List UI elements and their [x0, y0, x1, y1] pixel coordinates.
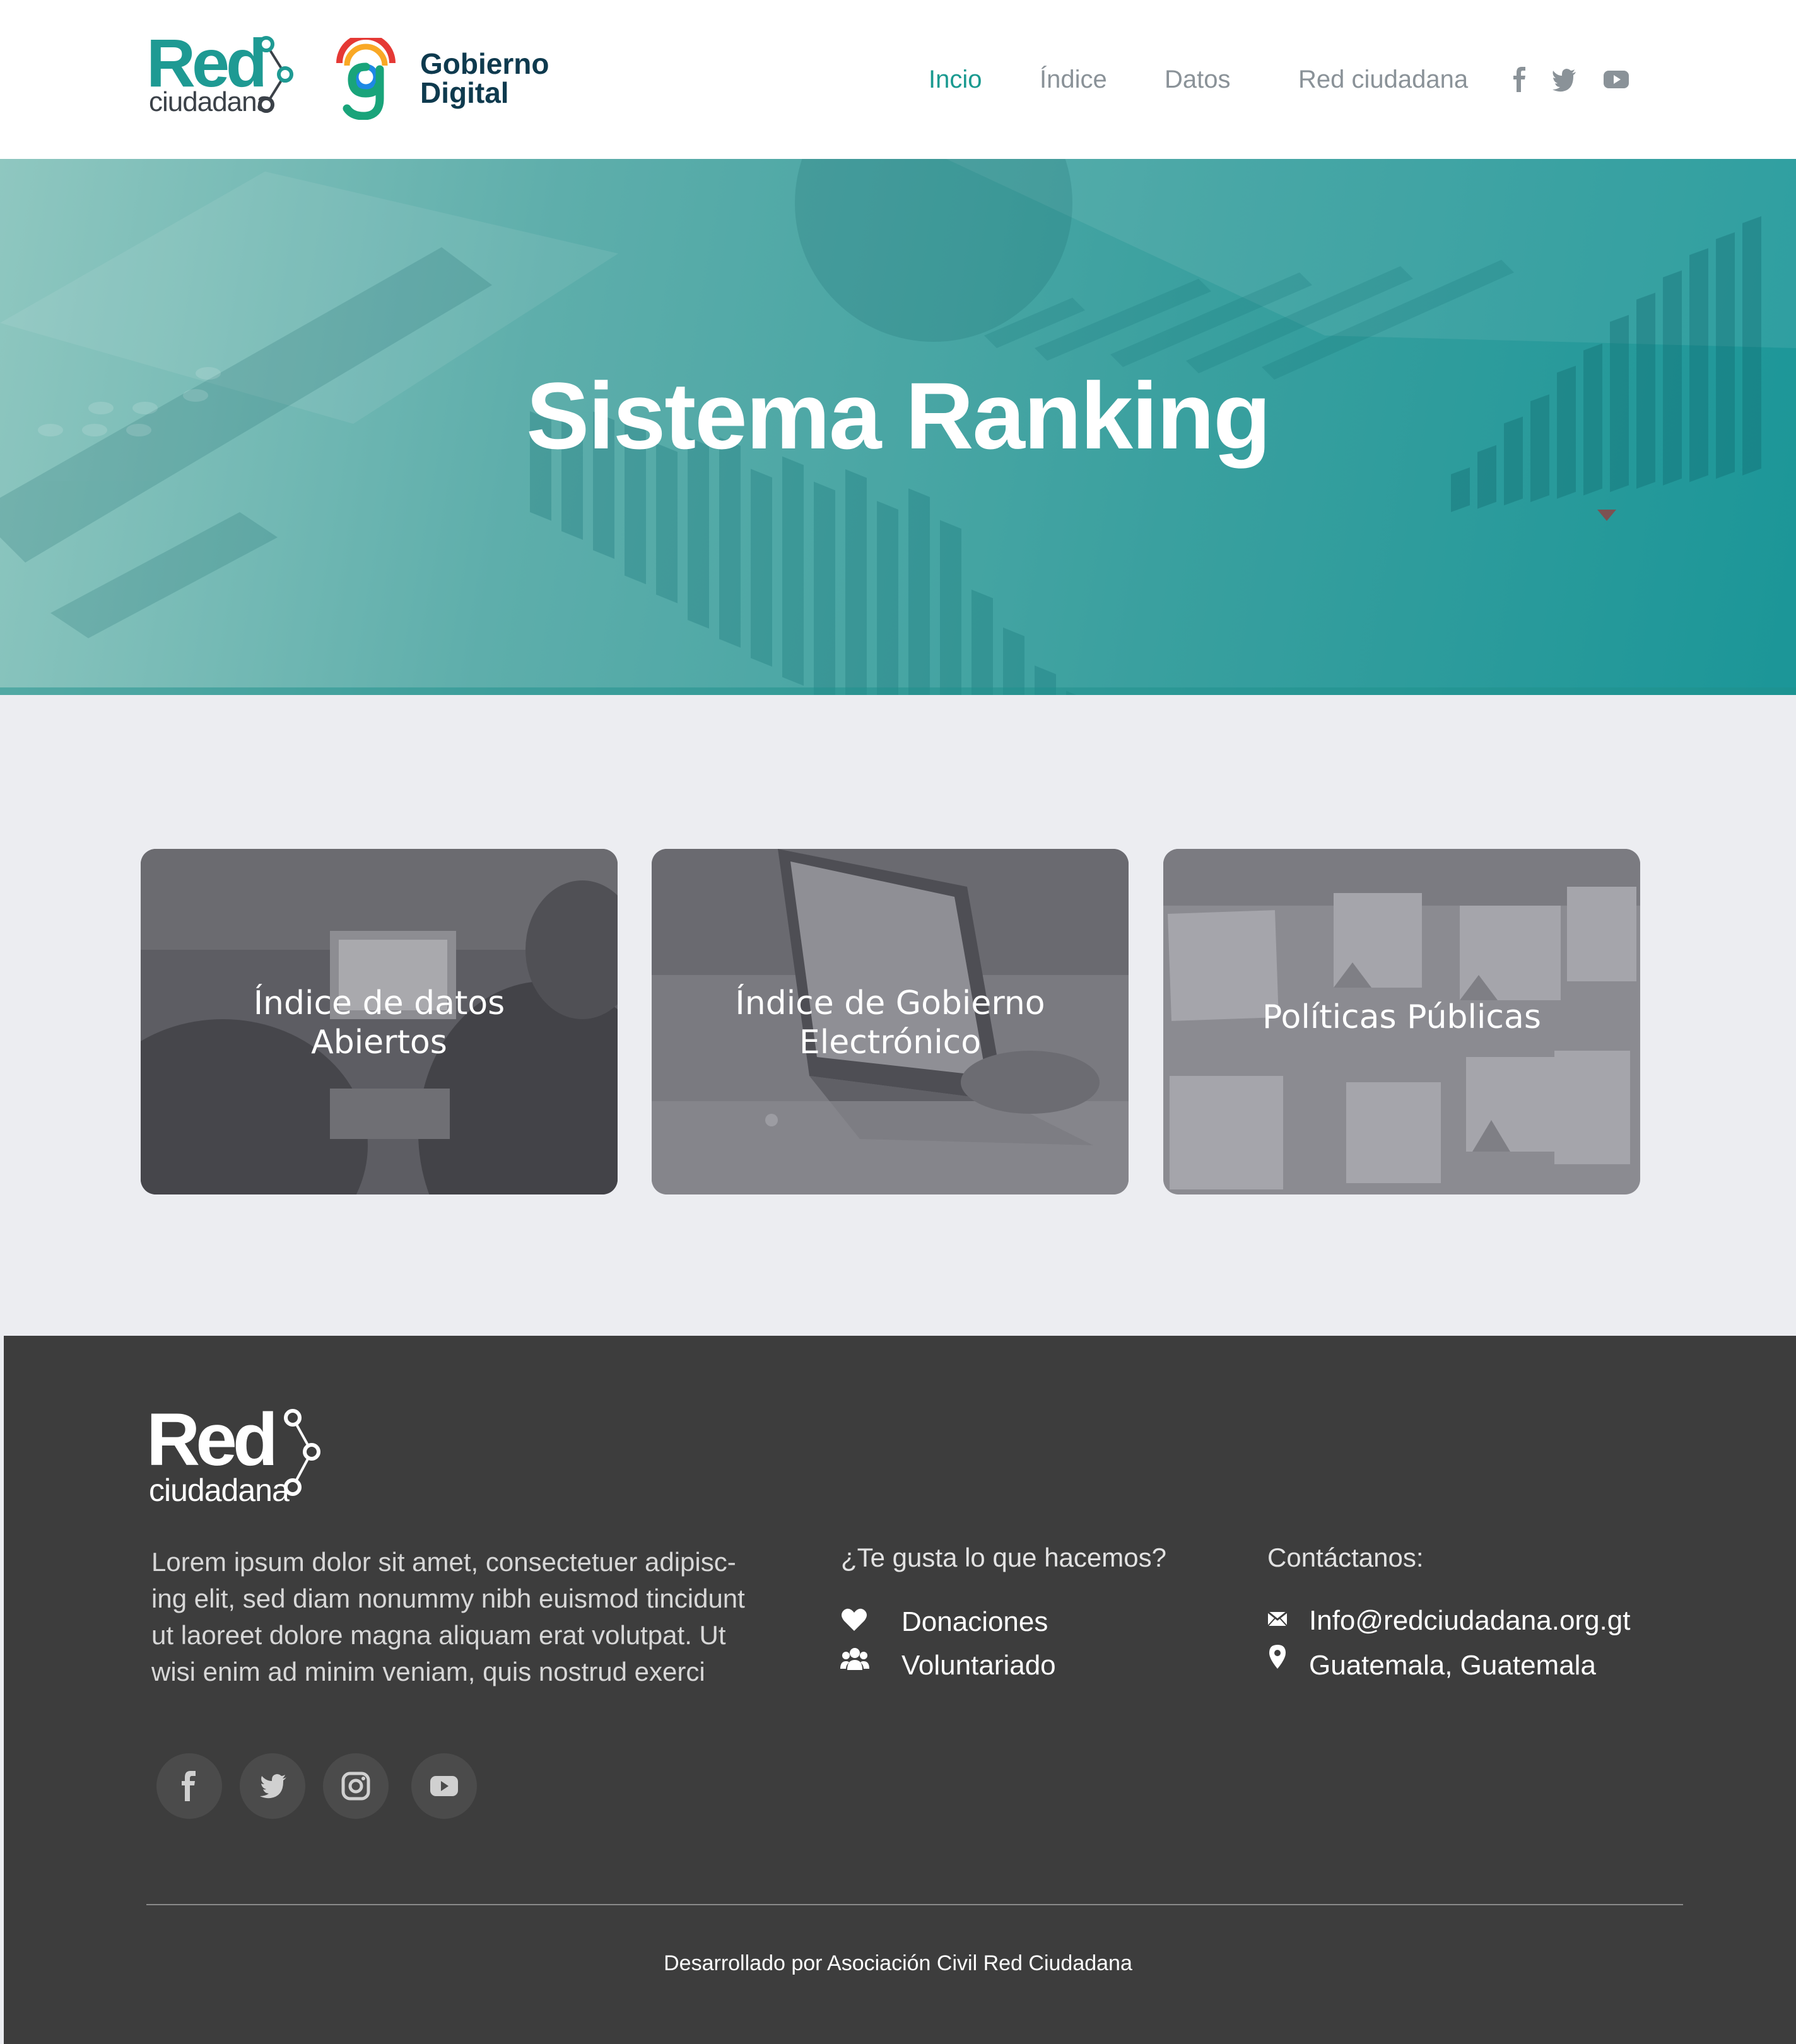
- users-icon: [840, 1648, 869, 1670]
- logo-red-sub: ciudadana: [149, 86, 272, 117]
- card-label-line1: Índice de Gobierno: [735, 984, 1045, 1022]
- map-pin-icon: [1269, 1645, 1286, 1669]
- footer-youtube-button[interactable]: [411, 1753, 477, 1819]
- hero-title: Sistema Ranking: [526, 363, 1271, 469]
- facebook-icon: [182, 1771, 196, 1801]
- network-nodes-icon: [284, 1409, 320, 1496]
- twitter-icon: [260, 1774, 286, 1799]
- logo-gob-line2: Digital: [420, 76, 509, 109]
- footer-red-ciudadana-logo[interactable]: Red ciudadana: [146, 1398, 336, 1508]
- footer-location: Guatemala, Guatemala: [1309, 1650, 1596, 1681]
- footer-support-heading: ¿Te gusta lo que hacemos?: [841, 1543, 1166, 1572]
- instagram-icon: [341, 1772, 370, 1801]
- hero-banner: Sistema Ranking: [0, 159, 1796, 695]
- footer-logo-sub: ciudadana: [149, 1473, 290, 1508]
- twitter-icon[interactable]: [1552, 67, 1577, 92]
- footer-instagram-button[interactable]: [323, 1753, 389, 1819]
- card-indice-gobierno-electronico[interactable]: Índice de Gobierno Electrónico: [652, 849, 1129, 1194]
- red-ciudadana-logo[interactable]: Red ciudadana: [146, 29, 298, 121]
- footer-twitter-button[interactable]: [240, 1753, 305, 1819]
- nav-indice[interactable]: Índice: [1040, 61, 1107, 98]
- footer-donaciones-link[interactable]: Donaciones: [901, 1603, 1048, 1641]
- nav-datos[interactable]: Datos: [1165, 61, 1231, 98]
- site-header: Red ciudadana Gobierno Digital Incio Índ…: [0, 0, 1796, 159]
- nav-red-ciudadana[interactable]: Red ciudadana: [1298, 61, 1468, 98]
- footer-voluntariado-link[interactable]: Voluntariado: [901, 1647, 1056, 1685]
- nav-inicio[interactable]: Incio: [929, 61, 982, 98]
- footer-contact-heading: Contáctanos:: [1267, 1543, 1424, 1572]
- footer-logo-word: Red: [146, 1398, 278, 1481]
- youtube-icon[interactable]: [1604, 67, 1629, 92]
- footer-email-link[interactable]: Info@redciudadana.org.gt: [1309, 1602, 1630, 1640]
- card-indice-datos-abiertos[interactable]: Índice de datos Abiertos: [141, 849, 618, 1194]
- envelope-icon: [1268, 1612, 1287, 1626]
- youtube-icon: [430, 1776, 458, 1796]
- card-label-line2: Abiertos: [311, 1024, 447, 1061]
- gobierno-digital-g-icon: [336, 38, 396, 120]
- heart-icon: [842, 1608, 867, 1631]
- card-label: Políticas Públicas: [1262, 998, 1541, 1036]
- card-label-line1: Índice de datos: [253, 984, 505, 1022]
- card-politicas-publicas[interactable]: Políticas Públicas: [1163, 849, 1640, 1194]
- footer-facebook-button[interactable]: [156, 1753, 222, 1819]
- caret-down-icon[interactable]: [1597, 510, 1616, 521]
- card-label-line2: Electrónico: [799, 1024, 982, 1061]
- logo-gob-line1: Gobierno: [420, 47, 549, 80]
- footer-description: Lorem ipsum dolor sit amet, consectetuer…: [151, 1547, 745, 1686]
- network-nodes-icon: [258, 36, 293, 113]
- footer-divider: [146, 1904, 1683, 1905]
- facebook-icon[interactable]: [1511, 67, 1528, 92]
- footer-credit: Desarrollado por Asociación Civil Red Ci…: [664, 1951, 1132, 1975]
- gobierno-digital-logo[interactable]: Gobierno Digital: [334, 38, 561, 120]
